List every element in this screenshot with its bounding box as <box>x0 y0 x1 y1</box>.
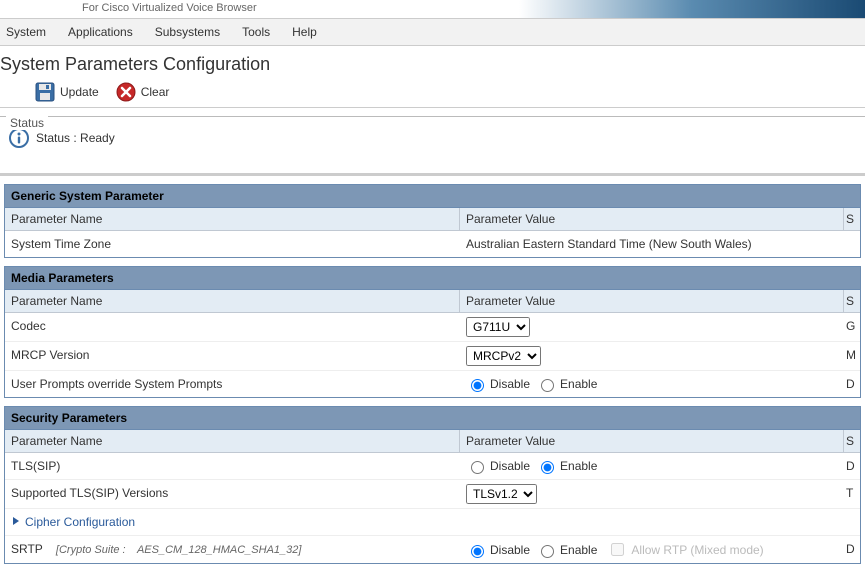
header-subtitle: For Cisco Virtualized Voice Browser <box>82 2 257 14</box>
section-generic-header: Generic System Parameter <box>5 185 860 208</box>
user-prompts-radio-group: Disable Enable <box>466 376 597 392</box>
srtp-crypto-value: AES_CM_128_HMAC_SHA1_32] <box>137 544 301 556</box>
row-tls-sip: TLS(SIP) Disable Enable D <box>5 453 860 480</box>
srtp-crypto-label: [Crypto Suite : <box>56 544 126 556</box>
column-headers: Parameter Name Parameter Value S <box>5 430 860 453</box>
tls-sip-enable[interactable]: Enable <box>536 458 597 474</box>
user-prompts-disable-radio[interactable] <box>471 379 484 392</box>
allow-rtp-label: Allow RTP (Mixed mode) <box>631 543 763 557</box>
user-prompts-disable[interactable]: Disable <box>466 376 530 392</box>
top-banner: For Cisco Virtualized Voice Browser <box>0 0 865 19</box>
cipher-expand[interactable]: Cipher Configuration <box>11 515 454 529</box>
menu-system[interactable]: System <box>2 23 50 41</box>
tls-versions-suggested: T <box>844 480 860 508</box>
menu-help[interactable]: Help <box>288 23 321 41</box>
tls-sip-enable-radio[interactable] <box>541 461 554 474</box>
col-value-header: Parameter Value <box>460 208 844 230</box>
col-value-header: Parameter Value <box>460 290 844 312</box>
row-srtp: SRTP [Crypto Suite : AES_CM_128_HMAC_SHA… <box>5 536 860 563</box>
section-security-header: Security Parameters <box>5 407 860 430</box>
mrcp-name: MRCP Version <box>5 342 460 370</box>
column-headers: Parameter Name Parameter Value S <box>5 290 860 313</box>
toolbar: Update Clear <box>0 77 865 108</box>
col-value-header: Parameter Value <box>460 430 844 452</box>
update-button[interactable]: Update <box>34 81 99 103</box>
mrcp-suggested: M <box>844 342 860 370</box>
srtp-disable-radio[interactable] <box>471 545 484 558</box>
tls-sip-disable-radio[interactable] <box>471 461 484 474</box>
user-prompts-suggested: D <box>844 371 860 397</box>
srtp-enable-radio[interactable] <box>541 545 554 558</box>
codec-name: Codec <box>5 313 460 341</box>
row-mrcp: MRCP Version MRCPv2 M <box>5 342 860 371</box>
timezone-value: Australian Eastern Standard Time (New So… <box>460 231 844 257</box>
menu-subsystems[interactable]: Subsystems <box>151 23 224 41</box>
srtp-enable[interactable]: Enable <box>536 542 597 558</box>
srtp-suggested: D <box>844 536 860 563</box>
tls-sip-suggested: D <box>844 453 860 479</box>
cipher-name: Cipher Configuration <box>25 515 135 529</box>
section-media: Media Parameters Parameter Name Paramete… <box>4 266 861 398</box>
section-security: Security Parameters Parameter Name Param… <box>4 406 861 564</box>
user-prompts-enable-radio[interactable] <box>541 379 554 392</box>
col-suggested-header: S <box>844 208 860 230</box>
menubar: System Applications Subsystems Tools Hel… <box>0 19 865 46</box>
menu-applications[interactable]: Applications <box>64 23 137 41</box>
srtp-disable[interactable]: Disable <box>466 542 530 558</box>
user-prompts-enable[interactable]: Enable <box>536 376 597 392</box>
col-name-header: Parameter Name <box>5 290 460 312</box>
tls-sip-name: TLS(SIP) <box>5 453 460 479</box>
codec-select[interactable]: G711U <box>466 317 530 337</box>
tls-versions-name: Supported TLS(SIP) Versions <box>5 480 460 508</box>
save-icon <box>34 81 56 103</box>
row-user-prompts: User Prompts override System Prompts Dis… <box>5 371 860 397</box>
row-cipher: Cipher Configuration <box>5 509 860 536</box>
caret-right-icon <box>11 515 21 529</box>
row-codec: Codec G711U G <box>5 313 860 342</box>
allow-rtp-checkbox <box>611 543 624 556</box>
srtp-name: SRTP <box>11 542 43 556</box>
section-media-header: Media Parameters <box>5 267 860 290</box>
tls-versions-select[interactable]: TLSv1.2 <box>466 484 537 504</box>
status-legend: Status <box>6 116 48 130</box>
update-label: Update <box>60 85 99 99</box>
page-title: System Parameters Configuration <box>0 46 865 77</box>
col-name-header: Parameter Name <box>5 208 460 230</box>
srtp-radio-group: Disable Enable <box>466 542 597 558</box>
column-headers: Parameter Name Parameter Value S <box>5 208 860 231</box>
section-generic: Generic System Parameter Parameter Name … <box>4 184 861 258</box>
clear-button[interactable]: Clear <box>115 81 170 103</box>
tls-sip-disable[interactable]: Disable <box>466 458 530 474</box>
codec-suggested: G <box>844 313 860 341</box>
clear-label: Clear <box>141 85 170 99</box>
tls-sip-radio-group: Disable Enable <box>466 458 597 474</box>
user-prompts-name: User Prompts override System Prompts <box>5 371 460 397</box>
col-suggested-header: S <box>844 290 860 312</box>
status-fieldset: Status Status : Ready <box>0 116 865 153</box>
col-suggested-header: S <box>844 430 860 452</box>
menu-tools[interactable]: Tools <box>238 23 274 41</box>
close-icon <box>115 81 137 103</box>
row-timezone: System Time Zone Australian Eastern Stan… <box>5 231 860 257</box>
col-name-header: Parameter Name <box>5 430 460 452</box>
timezone-name: System Time Zone <box>5 231 460 257</box>
status-text: Status : Ready <box>36 131 115 145</box>
allow-rtp-check: Allow RTP (Mixed mode) <box>607 540 763 559</box>
row-tls-versions: Supported TLS(SIP) Versions TLSv1.2 T <box>5 480 860 509</box>
mrcp-select[interactable]: MRCPv2 <box>466 346 541 366</box>
info-icon <box>8 127 30 149</box>
